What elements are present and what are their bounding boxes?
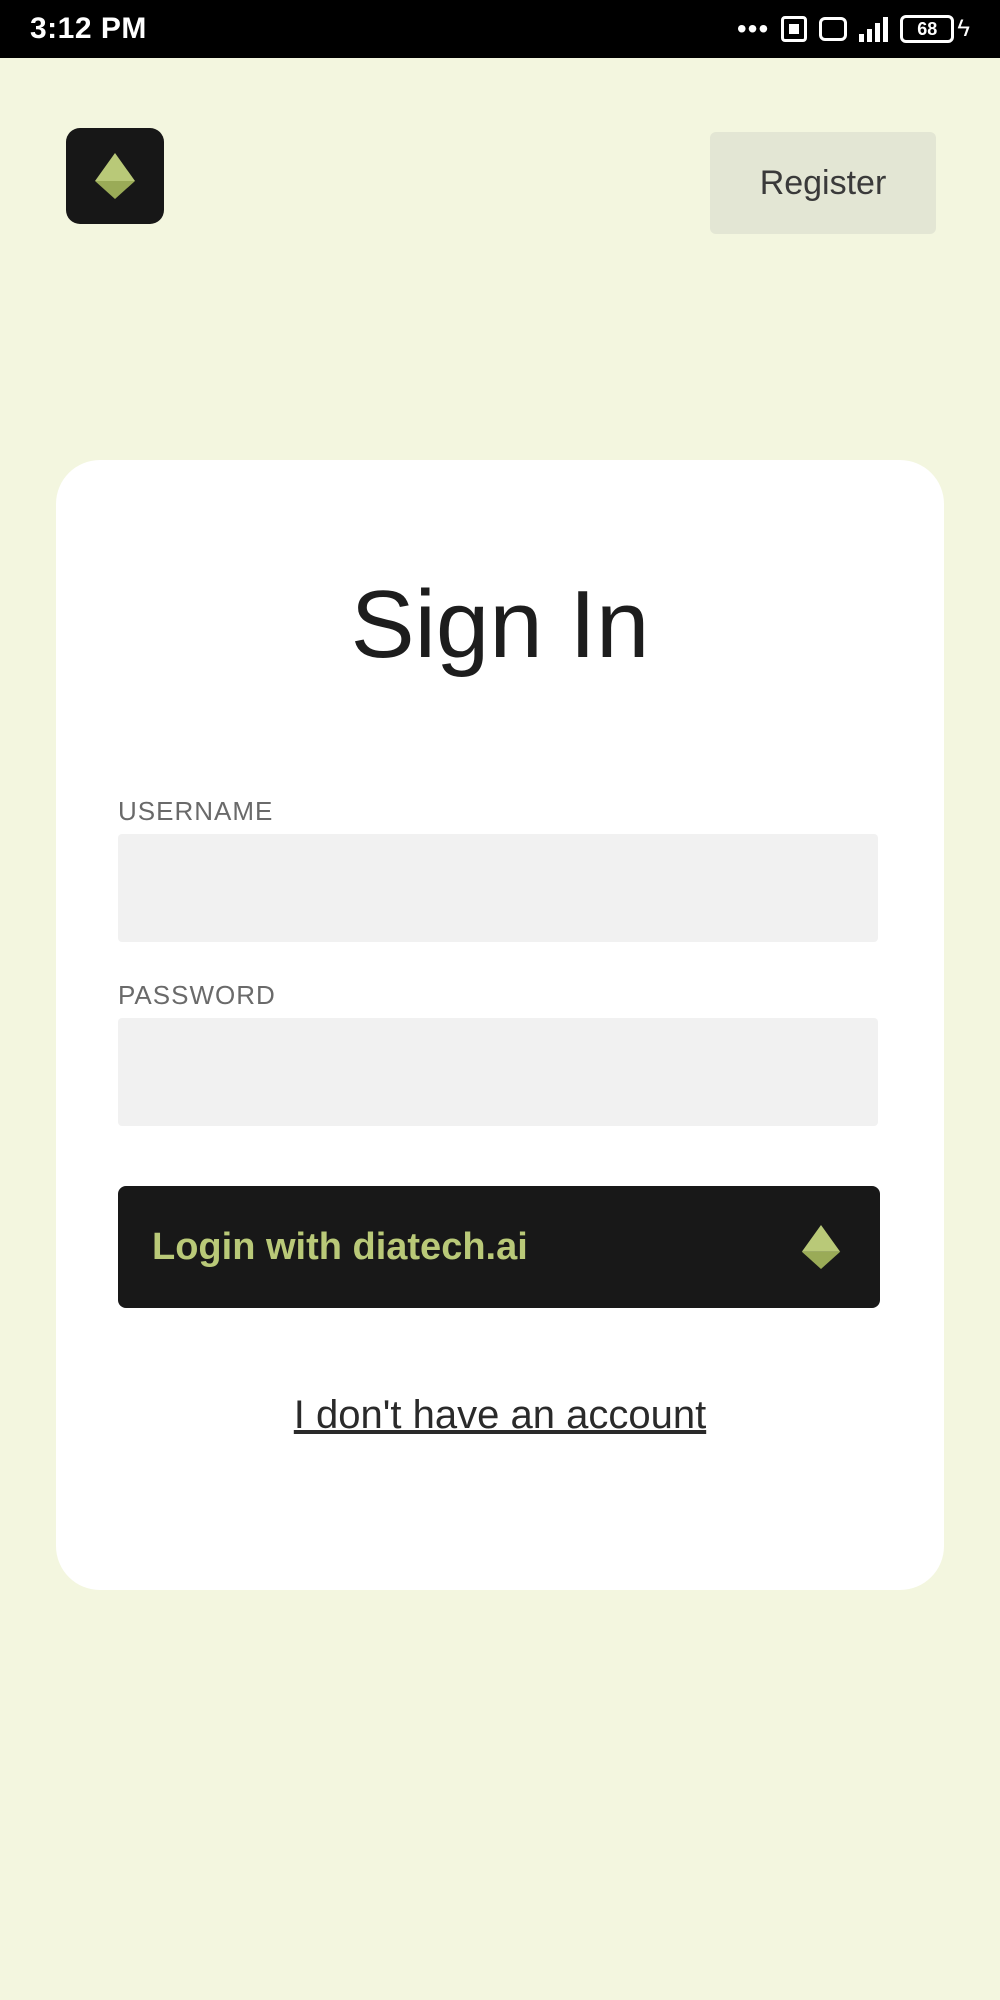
status-time: 3:12 PM	[30, 12, 147, 45]
sign-in-card: Sign In USERNAME PASSWORD Login with dia…	[56, 460, 944, 1590]
logo-button[interactable]	[66, 128, 164, 224]
status-bar: 3:12 PM ••• 68 ϟ	[0, 0, 1000, 58]
battery-level: 68	[900, 15, 955, 43]
login-with-diatech-button[interactable]: Login with diatech.ai	[118, 1186, 880, 1308]
diatech-diamond-icon	[95, 153, 135, 199]
username-label: USERNAME	[118, 796, 274, 826]
password-field[interactable]	[118, 1018, 878, 1126]
diatech-diamond-icon	[801, 1224, 841, 1270]
username-field[interactable]	[118, 834, 878, 942]
battery-icon: 68 ϟ	[900, 15, 970, 43]
signal-icon	[859, 16, 889, 42]
charging-icon: ϟ	[957, 15, 970, 42]
sim-icon	[781, 16, 808, 42]
register-button[interactable]: Register	[710, 132, 936, 234]
message-icon	[819, 17, 848, 41]
page-title: Sign In	[350, 571, 650, 678]
password-label: PASSWORD	[118, 980, 276, 1010]
login-button-label: Login with diatech.ai	[152, 1225, 528, 1268]
more-notifications-icon: •••	[736, 13, 770, 44]
status-icons: ••• 68 ϟ	[737, 13, 970, 45]
no-account-link[interactable]: I don't have an account	[56, 1393, 944, 1438]
